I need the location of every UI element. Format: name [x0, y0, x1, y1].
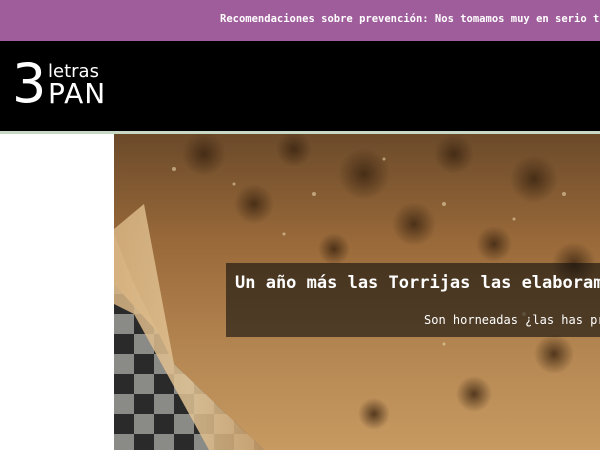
logo-number: 3: [12, 52, 47, 115]
announcement-bar: Recomendaciones sobre prevención: Nos to…: [0, 0, 600, 41]
slide-caption[interactable]: Un año más las Torrijas las elaboram Son…: [226, 263, 600, 337]
announcement-text[interactable]: Recomendaciones sobre prevención: Nos to…: [220, 13, 600, 25]
slide-subtitle: Son horneadas ¿las has pr: [424, 313, 600, 327]
site-logo[interactable]: 3 letras PAN: [10, 54, 120, 118]
logo-bottom-word: PAN: [48, 77, 107, 110]
slide-title[interactable]: Un año más las Torrijas las elaboram: [235, 273, 600, 293]
